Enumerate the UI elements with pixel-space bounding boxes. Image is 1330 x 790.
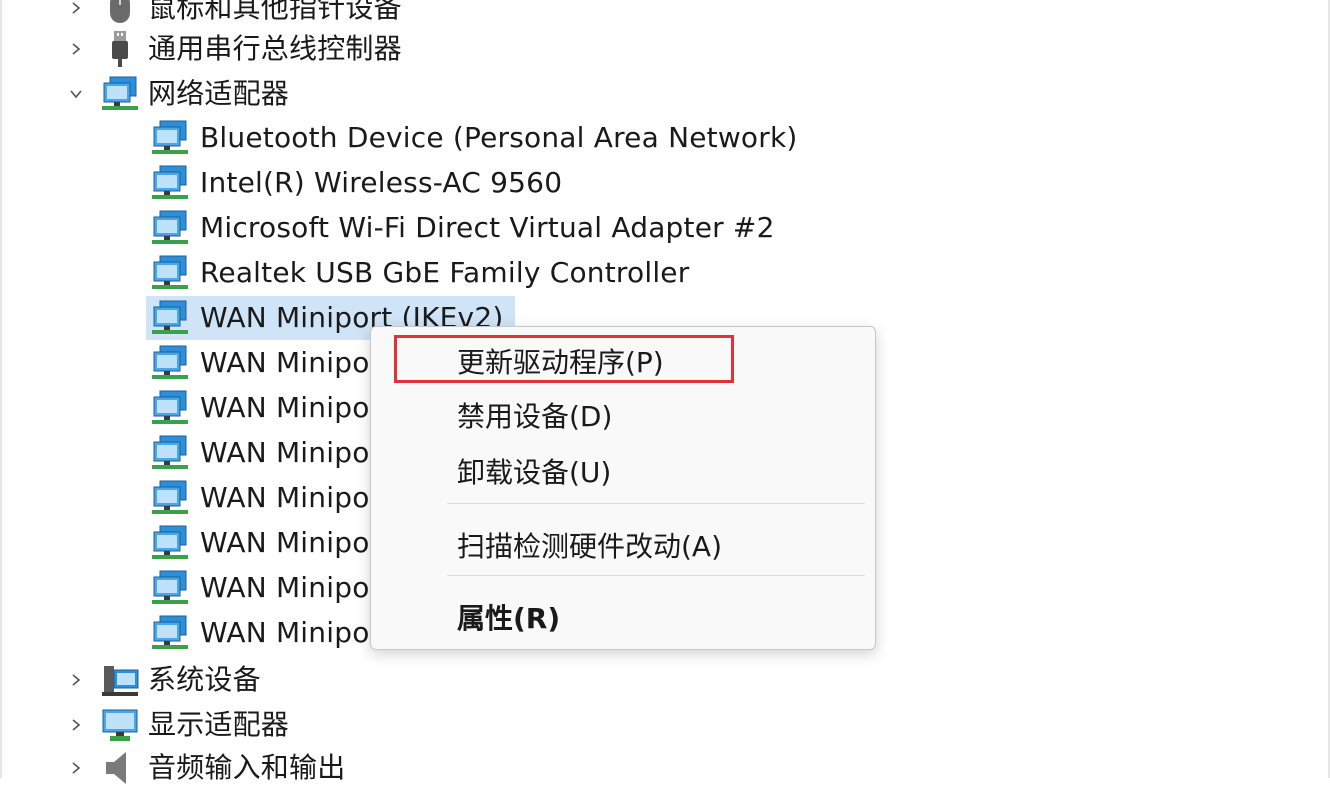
network-adapter-icon (150, 343, 190, 383)
chevron-right-icon[interactable] (60, 658, 92, 702)
category-label: 音频输入和输出 (148, 751, 346, 784)
device-item[interactable]: Bluetooth Device (Personal Area Network) (146, 116, 798, 160)
device-item[interactable]: WAN Minipo (146, 611, 370, 655)
device-label: Realtek USB GbE Family Controller (200, 256, 690, 289)
device-label: WAN Minipo (200, 391, 370, 424)
device-label: WAN Minipo (200, 346, 370, 379)
menu-item-label: 扫描检测硬件改动(A) (457, 530, 723, 563)
category-system-devices[interactable]: 系统设备 (60, 658, 261, 702)
network-adapter-icon (150, 478, 190, 518)
menu-separator (447, 575, 865, 576)
menu-item-properties[interactable]: 属性(R) (371, 593, 875, 641)
network-adapter-icon (150, 163, 190, 203)
category-label: 鼠标和其他指针设备 (148, 0, 402, 24)
mouse-icon (100, 0, 140, 28)
menu-item-label: 卸载设备(U) (457, 456, 612, 489)
device-item[interactable]: Microsoft Wi-Fi Direct Virtual Adapter #… (146, 206, 775, 250)
chevron-right-icon[interactable] (60, 746, 92, 790)
network-adapter-icon (150, 298, 190, 338)
device-item[interactable]: WAN Minipo (146, 341, 370, 385)
category-label: 系统设备 (148, 663, 261, 696)
category-label: 网络适配器 (148, 77, 290, 110)
network-adapter-icon (150, 388, 190, 428)
audio-icon (100, 748, 140, 788)
network-adapter-icon (150, 433, 190, 473)
menu-item-uninstall-device[interactable]: 卸载设备(U) (371, 447, 875, 495)
system-device-icon (100, 660, 140, 700)
category-display-adapters[interactable]: 显示适配器 (60, 703, 289, 747)
menu-item-disable-device[interactable]: 禁用设备(D) (371, 391, 875, 439)
chevron-down-icon[interactable] (60, 72, 92, 116)
menu-item-label: 禁用设备(D) (457, 400, 613, 433)
device-label: Bluetooth Device (Personal Area Network) (200, 121, 798, 154)
device-item[interactable]: Realtek USB GbE Family Controller (146, 251, 689, 295)
device-item[interactable]: Intel(R) Wireless-AC 9560 (146, 161, 562, 205)
device-item[interactable]: WAN Minipo (146, 476, 370, 520)
device-label: WAN Minipo (200, 481, 370, 514)
device-item[interactable]: WAN Minipo (146, 566, 370, 610)
category-usb[interactable]: 通用串行总线控制器 (60, 27, 402, 71)
device-item[interactable]: WAN Minipo (146, 431, 370, 475)
usb-icon (100, 29, 140, 69)
network-adapter-icon (150, 208, 190, 248)
network-adapter-icon (100, 74, 140, 114)
category-mouse[interactable]: 鼠标和其他指针设备 (60, 0, 402, 30)
network-adapter-icon (150, 568, 190, 608)
category-network-adapters[interactable]: 网络适配器 (60, 72, 289, 116)
category-label: 显示适配器 (148, 708, 290, 741)
menu-separator (447, 503, 865, 504)
menu-item-scan-hardware[interactable]: 扫描检测硬件改动(A) (371, 521, 875, 569)
network-adapter-icon (150, 253, 190, 293)
device-item[interactable]: WAN Minipo (146, 386, 370, 430)
device-label: Intel(R) Wireless-AC 9560 (200, 166, 563, 199)
device-label: WAN Minipo (200, 571, 370, 604)
device-label: WAN Minipo (200, 436, 370, 469)
category-audio-io[interactable]: 音频输入和输出 (60, 746, 345, 790)
menu-item-label: 属性(R) (457, 602, 561, 635)
device-label: Microsoft Wi-Fi Direct Virtual Adapter #… (200, 211, 775, 244)
device-label: WAN Minipo (200, 616, 370, 649)
chevron-right-icon[interactable] (60, 0, 92, 30)
network-adapter-icon (150, 523, 190, 563)
chevron-right-icon[interactable] (60, 703, 92, 747)
device-label: WAN Minipo (200, 526, 370, 559)
network-adapter-icon (150, 613, 190, 653)
annotation-highlight-box (394, 335, 734, 383)
device-item[interactable]: WAN Minipo (146, 521, 370, 565)
category-label: 通用串行总线控制器 (148, 32, 402, 65)
chevron-right-icon[interactable] (60, 27, 92, 71)
network-adapter-icon (150, 118, 190, 158)
display-adapter-icon (100, 705, 140, 745)
